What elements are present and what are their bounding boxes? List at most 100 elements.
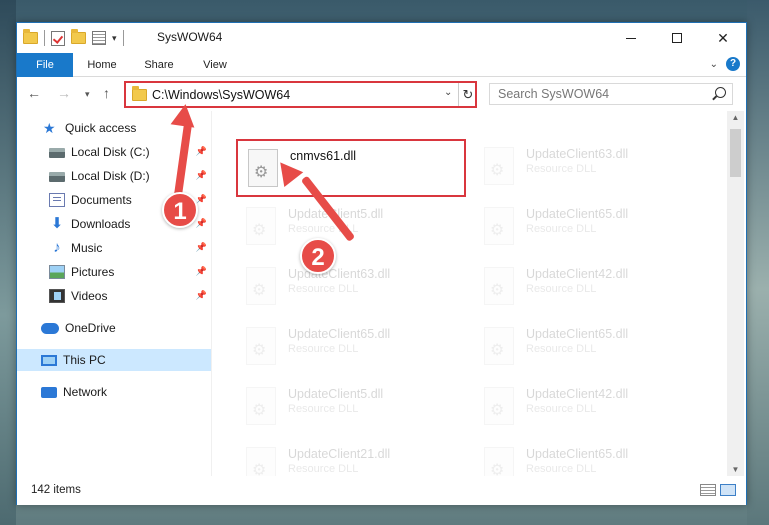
search-input[interactable]: Search SysWOW64 [489,83,733,105]
downloads-icon: ⬇ [50,215,64,232]
file-name: UpdateClient5.dll [288,387,384,401]
address-row: ← → ▾ ↑ C:\Windows\SysWOW64 ⌄ ↻ Search S… [17,77,746,111]
tab-home[interactable]: Home [75,53,129,77]
ribbon-tabs: File Home Share View ⌄ ? [17,53,746,77]
file-type: Resource DLL [526,163,597,175]
item-count: 142 items [31,484,81,496]
pin-icon[interactable]: 📌 [196,194,207,205]
file-item[interactable]: UpdateClient65.dll Resource DLL [474,439,704,476]
this-pc-icon [41,354,57,366]
sidebar-item-music[interactable]: ♪ Music 📌 [17,237,211,259]
forward-arrow-icon[interactable]: → [57,85,71,101]
sidebar-item-label: Network [63,385,108,399]
status-bar: 142 items [17,476,746,505]
sidebar-item-onedrive[interactable]: OneDrive [17,317,211,339]
dll-file-icon [484,447,514,476]
separator [122,30,124,46]
large-icons-view-icon[interactable] [720,484,736,496]
file-item-cnmvs61[interactable]: cnmvs61.dll [236,139,466,197]
scrollbar-thumb[interactable] [730,129,741,177]
help-icon[interactable]: ? [726,57,740,71]
tab-share[interactable]: Share [131,53,187,77]
pin-icon[interactable]: 📌 [196,290,207,301]
sidebar-item-pictures[interactable]: Pictures 📌 [17,261,211,283]
separator [44,30,45,46]
quick-access-toolbar: ▾ [23,29,124,47]
back-arrow-icon[interactable]: ← [27,85,41,101]
vertical-scrollbar[interactable]: ▲ ▼ [727,111,744,476]
search-icon[interactable] [715,87,726,98]
sidebar-item-label: OneDrive [65,321,116,335]
dll-file-icon [246,447,276,476]
tab-view[interactable]: View [189,53,241,77]
customize-toolbar-icon[interactable] [92,31,106,45]
disk-icon [49,172,65,182]
file-name: UpdateClient63.dll [288,267,391,281]
close-button[interactable]: ✕ [700,23,746,53]
recent-locations-icon[interactable]: ▾ [85,89,90,100]
file-item[interactable]: UpdateClient42.dll Resource DLL [474,259,704,317]
chevron-down-icon[interactable]: ⌄ [444,87,452,98]
sidebar-item-videos[interactable]: Videos 📌 [17,285,211,307]
file-item[interactable]: UpdateClient42.dll Resource DLL [474,379,704,437]
pin-icon[interactable]: 📌 [196,242,207,253]
music-icon: ♪ [53,239,61,256]
title-bar: ▾ SysWOW64 ✕ [17,23,746,53]
file-item[interactable]: UpdateClient65.dll Resource DLL [474,199,704,257]
file-type: Resource DLL [288,343,359,355]
minimize-button[interactable] [608,23,654,53]
file-name: UpdateClient65.dll [526,327,629,341]
expand-ribbon-icon[interactable]: ⌄ [710,59,718,70]
file-name: UpdateClient42.dll [526,387,629,401]
tab-file[interactable]: File [17,53,73,77]
file-type: Resource DLL [526,403,597,415]
documents-icon [49,193,65,207]
properties-check-icon[interactable] [51,30,65,46]
details-view-icon[interactable] [700,484,716,496]
network-icon [41,386,57,398]
file-type: Resource DLL [526,223,597,235]
scroll-up-icon[interactable]: ▲ [727,113,744,122]
chevron-down-icon[interactable]: ▾ [112,33,117,44]
folder-icon [23,29,38,44]
dll-file-icon [246,387,276,425]
pin-icon[interactable]: 📌 [196,266,207,277]
sidebar-item-label: Pictures [71,265,115,279]
sidebar-item-label: Local Disk (D:) [71,169,150,183]
file-item[interactable]: UpdateClient65.dll Resource DLL [236,319,466,377]
scroll-down-icon[interactable]: ▼ [727,465,744,474]
maximize-button[interactable] [654,23,700,53]
pin-icon[interactable]: 📌 [196,218,207,229]
file-type: Resource DLL [288,463,359,475]
pin-icon[interactable]: 📌 [196,146,207,157]
new-folder-icon[interactable] [71,29,86,44]
dll-file-icon [484,207,514,245]
file-item[interactable]: UpdateClient21.dll Resource DLL [236,439,466,476]
file-item[interactable]: UpdateClient5.dll Resource DLL [236,199,466,257]
star-icon: ★ [43,120,56,136]
file-item[interactable]: UpdateClient63.dll Resource DLL [474,139,704,197]
minimize-icon [626,37,636,39]
close-icon: ✕ [717,29,729,46]
disk-icon [49,148,65,158]
folder-icon [132,86,147,101]
sidebar-item-network[interactable]: Network [17,381,211,403]
pin-icon[interactable]: 📌 [196,170,207,181]
sidebar-item-this-pc[interactable]: This PC [17,349,211,371]
ribbon-controls: ⌄ ? [710,57,740,71]
maximize-icon [672,33,682,43]
dll-file-icon [246,207,276,245]
refresh-icon[interactable]: ↻ [458,83,477,106]
file-item[interactable]: UpdateClient65.dll Resource DLL [474,319,704,377]
address-path[interactable]: C:\Windows\SysWOW64 [152,88,290,102]
file-item[interactable]: UpdateClient63.dll Resource DLL [236,259,466,317]
up-arrow-icon[interactable]: ↑ [103,85,110,101]
file-type: Resource DLL [288,283,359,295]
file-type: Resource DLL [526,463,597,475]
dll-file-icon [484,327,514,365]
dll-file-icon [484,267,514,305]
sidebar-item-label: Quick access [65,121,137,135]
sidebar-item-label: Music [71,241,103,255]
dll-file-icon [246,327,276,365]
file-item[interactable]: UpdateClient5.dll Resource DLL [236,379,466,437]
